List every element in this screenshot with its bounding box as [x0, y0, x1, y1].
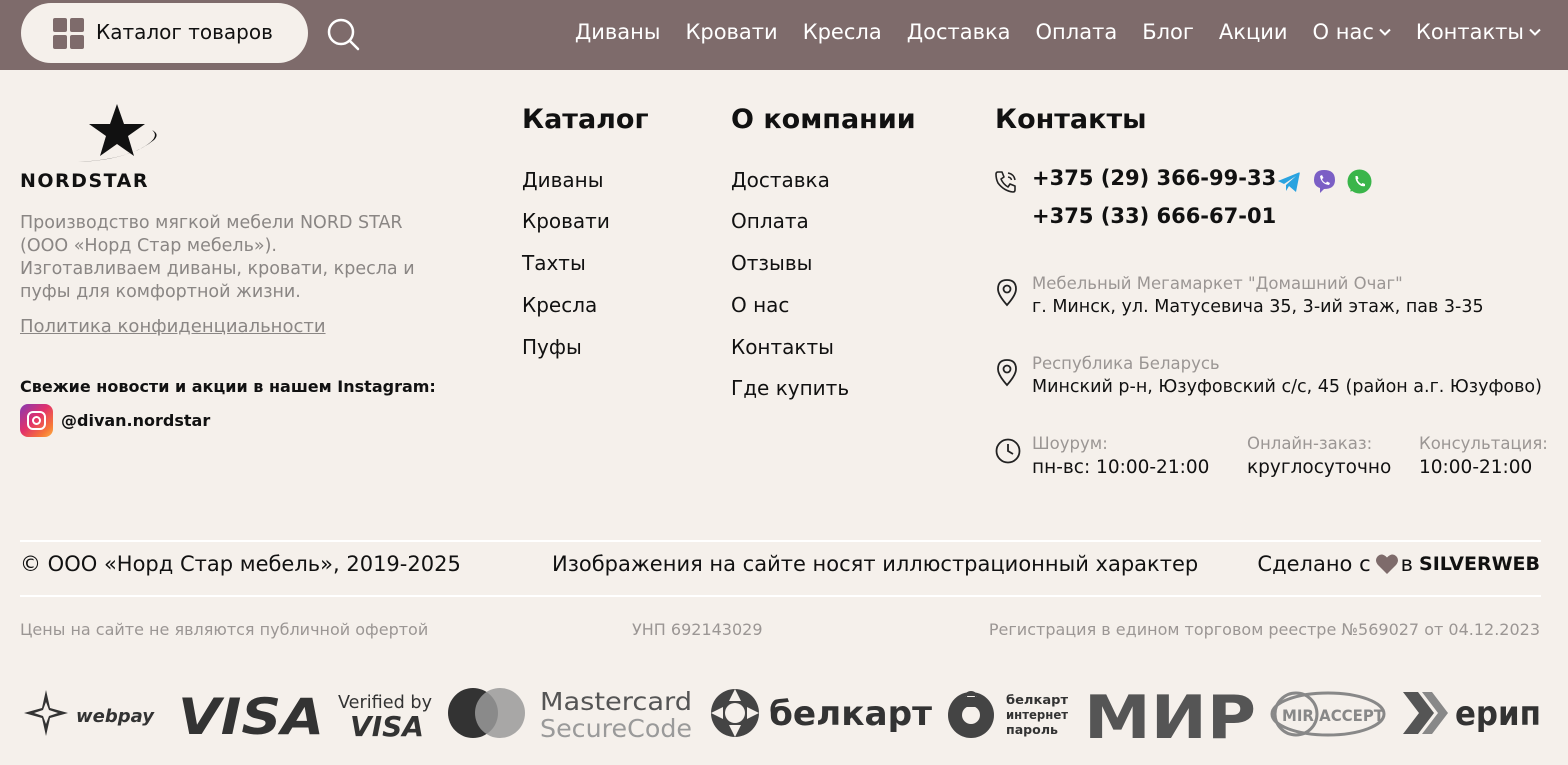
company-link-about[interactable]: О нас — [731, 293, 789, 317]
instagram-icon — [20, 403, 53, 437]
instagram-title: Свежие новости и акции в нашем Instagram… — [20, 377, 436, 396]
nav-item-sofas[interactable]: Диваны — [575, 20, 661, 44]
catalog-button-label: Каталог товаров — [96, 20, 273, 44]
securecode-label: SecureCode — [540, 714, 692, 743]
address-label: Республика Беларусь — [1032, 354, 1220, 373]
description-line: Изготавливаем диваны, кровати, кресла и — [20, 259, 415, 279]
contacts-column-title: Контакты — [995, 104, 1147, 135]
nav-item-payment[interactable]: Оплата — [1036, 20, 1118, 44]
company-description: Производство мягкой мебели NORD STAR (ОО… — [20, 212, 450, 304]
verified-visa-label: VISA — [350, 710, 424, 743]
nav-item-promotions[interactable]: Акции — [1219, 20, 1288, 44]
address-value: Минский р-н, Юзуфовский с/с, 45 (район а… — [1032, 377, 1542, 397]
catalog-column-title: Каталог — [522, 104, 649, 135]
chevron-down-icon — [1529, 28, 1541, 36]
nav-item-delivery[interactable]: Доставка — [907, 20, 1011, 44]
search-icon[interactable] — [325, 16, 361, 52]
heart-icon — [1375, 554, 1398, 574]
webpay-logo: webpay — [24, 690, 155, 736]
description-line: Производство мягкой мебели NORD STAR — [20, 213, 403, 233]
location-pin-icon — [997, 359, 1017, 387]
nav-item-beds[interactable]: Кровати — [685, 20, 777, 44]
catalog-link-beds[interactable]: Кровати — [522, 209, 610, 233]
copyright: © ООО «Норд Стар мебель», 2019-2025 — [20, 552, 461, 576]
mastercard-label: Mastercard — [540, 687, 692, 716]
offer-note: Цены на сайте не являются публичной офер… — [20, 620, 429, 639]
description-line: (ООО «Норд Стар мебель»). — [20, 236, 277, 256]
developer-name: SILVERWEB — [1419, 553, 1540, 575]
address-label: Мебельный Мегамаркет "Домашний Очаг" — [1032, 274, 1403, 293]
company-link-payment[interactable]: Оплата — [731, 209, 809, 233]
hours-value: пн-вс: 10:00-21:00 — [1032, 457, 1210, 478]
unp-number: УНП 692143029 — [632, 620, 763, 639]
erip-label: ерип — [1455, 694, 1541, 734]
mir-accept-logo: MIR ACCEPT — [1270, 691, 1386, 737]
erip-logo-icon — [1403, 692, 1448, 734]
belkart-internet-line-2: интернет — [1006, 708, 1068, 722]
clock-icon — [995, 438, 1021, 464]
nav-item-blog[interactable]: Блог — [1142, 20, 1194, 44]
nav-item-armchairs[interactable]: Кресла — [803, 20, 882, 44]
catalog-link-poufs[interactable]: Пуфы — [522, 335, 582, 359]
nav-item-contacts[interactable]: Контакты — [1416, 20, 1541, 44]
made-by[interactable]: Сделано с в SILVERWEB — [1257, 552, 1540, 576]
location-pin-icon — [997, 279, 1017, 307]
divider — [20, 540, 1541, 542]
hours-label: Онлайн-заказ: — [1247, 434, 1373, 453]
visa-logo: VISA — [178, 688, 324, 746]
catalog-link-ottomans[interactable]: Тахты — [522, 251, 586, 275]
grid-icon — [53, 18, 84, 49]
main-nav: Диваны Кровати Кресла Доставка Оплата Бл… — [550, 0, 1541, 64]
instagram-link[interactable]: @divan.nordstar — [20, 403, 210, 437]
company-link-reviews[interactable]: Отзывы — [731, 251, 812, 275]
made-by-prefix: Сделано с — [1257, 552, 1371, 576]
mir-logo: МИР — [1084, 683, 1256, 750]
address-value: г. Минск, ул. Матусевича 35, 3-ий этаж, … — [1032, 297, 1484, 317]
belkart-internet-icon — [948, 690, 994, 738]
image-disclaimer: Изображения на сайте носят иллюстрационн… — [552, 552, 1199, 576]
made-by-in: в — [1400, 552, 1414, 576]
webpay-label: webpay — [76, 706, 155, 727]
belkart-logo-icon — [711, 689, 759, 737]
mastercard-circle-right — [475, 688, 525, 738]
company-column-title: О компании — [731, 104, 916, 135]
nordstar-logo[interactable]: NORDSTAR — [20, 100, 220, 195]
description-line: пуфы для комфортной жизни. — [20, 282, 301, 302]
catalog-link-armchairs[interactable]: Кресла — [522, 293, 597, 317]
nav-item-about[interactable]: О нас — [1313, 20, 1391, 44]
belkart-internet-line-3: пароль — [1006, 723, 1058, 737]
payment-logos-strip: webpay VISA Verified by VISA Mastercard … — [24, 683, 1541, 753]
belkart-internet-line-1: белкарт — [1006, 693, 1068, 707]
phone-primary[interactable]: +375 (29) 366-99-33 — [1032, 166, 1276, 190]
mir-accept-label: MIR ACCEPT — [1282, 706, 1384, 725]
star-swoosh-icon — [78, 104, 157, 162]
instagram-handle: @divan.nordstar — [61, 410, 211, 430]
viber-icon[interactable] — [1311, 168, 1338, 195]
company-link-where-to-buy[interactable]: Где купить — [731, 376, 849, 400]
catalog-link-sofas[interactable]: Диваны — [522, 168, 604, 192]
catalog-button[interactable]: Каталог товаров — [21, 3, 308, 63]
phone-icon — [995, 171, 1016, 193]
top-navigation-bar: Каталог товаров Диваны Кровати Кресла До… — [0, 0, 1568, 70]
payment-logos: webpay VISA Verified by VISA Mastercard … — [0, 680, 1568, 753]
whatsapp-icon[interactable] — [1346, 168, 1373, 195]
belkart-label: белкарт — [769, 694, 932, 734]
hours-label: Шоурум: — [1032, 434, 1108, 453]
telegram-icon[interactable] — [1276, 168, 1303, 195]
divider — [20, 595, 1541, 597]
hours-label: Консультация: — [1419, 434, 1548, 453]
privacy-policy-link[interactable]: Политика конфиденциальности — [20, 316, 326, 337]
hours-value: 10:00-21:00 — [1419, 457, 1533, 478]
company-link-delivery[interactable]: Доставка — [731, 168, 830, 192]
phone-secondary[interactable]: +375 (33) 666-67-01 — [1032, 204, 1276, 228]
registry-note: Регистрация в едином торговом реестре №5… — [988, 620, 1540, 639]
hours-value: круглосуточно — [1247, 457, 1392, 478]
company-link-contacts[interactable]: Контакты — [731, 335, 834, 359]
chevron-down-icon — [1379, 28, 1391, 36]
logo-wordmark: NORDSTAR — [20, 170, 149, 192]
